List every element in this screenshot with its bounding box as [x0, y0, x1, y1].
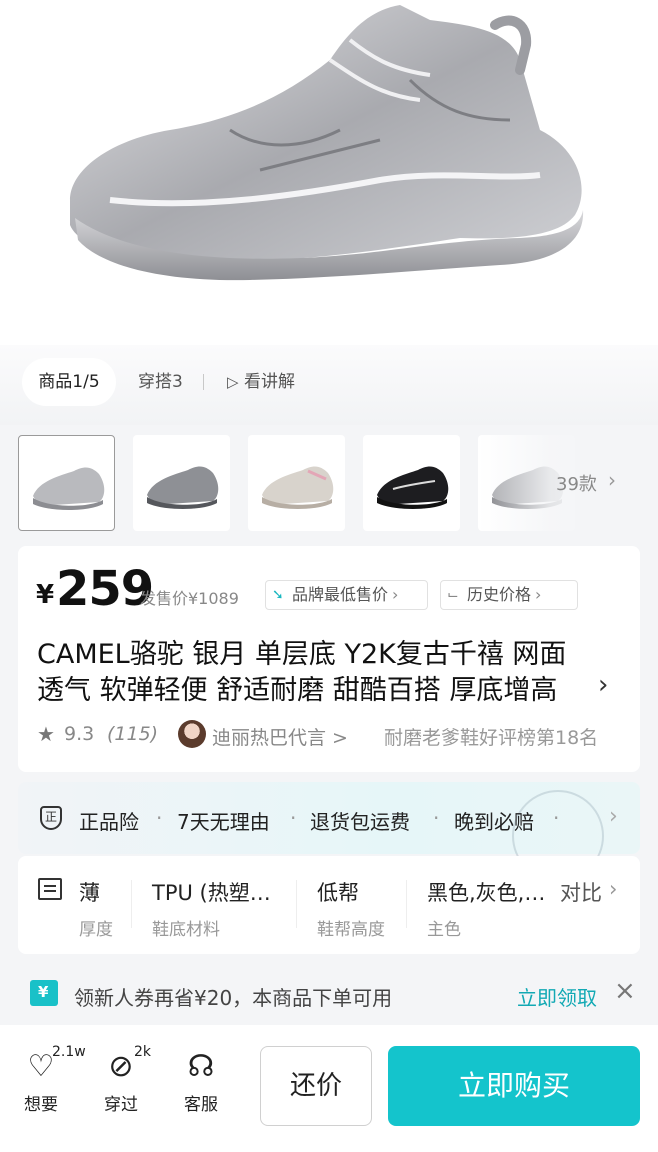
worn-button[interactable]: ⊘ 2k 穿过 [96, 1044, 151, 1115]
star-icon: ★ [37, 722, 55, 746]
headset-icon: ☊ [187, 1049, 215, 1084]
attr-label: 鞋底材料 [152, 920, 220, 940]
chevron-right-icon[interactable]: › [608, 468, 616, 492]
tab-explain[interactable]: ▷ 看讲解 [227, 358, 295, 406]
attr-value: 薄 [79, 881, 100, 905]
tab-explain-label: 看讲解 [243, 372, 295, 392]
price-history-label: 历史价格 [467, 585, 532, 604]
product-title-line2[interactable]: 透气 软弹轻便 舒适耐磨 甜酷百搭 厚底增高 [37, 668, 557, 707]
chevron-right-icon: › [392, 585, 399, 604]
brand-lowest-label: 品牌最低售价 [292, 585, 389, 604]
worn-count: 2k [134, 1044, 152, 1060]
variant-thumb[interactable] [248, 435, 345, 531]
rating-score[interactable]: 9.3 [64, 723, 94, 745]
tab-product[interactable]: 商品1/5 [22, 358, 116, 406]
product-title-line1[interactable]: CAMEL骆驼 银月 单层底 Y2K复古千禧 网面 [37, 632, 566, 671]
more-variants-count[interactable]: 39款 [556, 470, 597, 496]
customer-service-label: 客服 [184, 1095, 218, 1115]
variant-thumb[interactable] [133, 435, 230, 531]
original-price: 发售价¥1089 [140, 589, 239, 608]
guarantee-item: 晚到必赔 [454, 810, 534, 834]
wishlist-count: 2.1w [52, 1044, 86, 1060]
guarantee-item: 退货包运费 [310, 810, 410, 834]
endorser-avatar [178, 720, 206, 748]
attr-value: 低帮 [317, 881, 359, 905]
wishlist-button[interactable]: ♡ 2.1w 想要 [16, 1044, 86, 1115]
product-hero-image[interactable] [0, 0, 658, 345]
variant-thumb[interactable] [363, 435, 460, 531]
chevron-right-icon: › [609, 804, 618, 829]
buy-now-button[interactable]: 立即购买 [388, 1046, 640, 1126]
chart-line-icon: ⌙ [447, 587, 459, 603]
worn-label: 穿过 [104, 1095, 138, 1115]
claim-coupon-button[interactable]: 立即领取 [517, 982, 597, 1011]
chevron-right-icon[interactable]: › [609, 877, 617, 901]
coupon-icon [30, 980, 58, 1006]
attr-divider [131, 880, 132, 928]
price-history-button[interactable]: ⌙ 历史价格 › [440, 580, 578, 610]
coupon-text: 领新人券再省¥20，本商品下单可用 [74, 986, 393, 1010]
chevron-right-icon[interactable]: › [598, 670, 608, 700]
endorser-link[interactable]: 迪丽热巴代言 > [212, 723, 348, 750]
shield-icon: 正 [40, 806, 62, 830]
separator-dot: · [433, 806, 440, 830]
attr-label: 厚度 [79, 920, 113, 940]
brand-lowest-price-button[interactable]: ➘ 品牌最低售价 › [265, 580, 428, 610]
customer-service-button[interactable]: ☊ 客服 [176, 1049, 226, 1116]
play-icon: ▷ [227, 373, 239, 391]
ranking-badge[interactable]: 耐磨老爹鞋好评榜第18名 [384, 723, 630, 750]
price-value: 259 [56, 561, 154, 617]
sneaker-illustration [70, 5, 584, 281]
separator-dot: · [156, 806, 163, 830]
variant-thumb[interactable] [18, 435, 115, 531]
guarantee-item: 7天无理由 [177, 810, 270, 834]
separator-dot: · [290, 806, 297, 830]
attr-divider [296, 880, 297, 928]
calendar-list-icon [38, 878, 62, 900]
attr-value: 黑色,灰色,… [427, 881, 546, 905]
attr-value: TPU (热塑… [152, 881, 271, 905]
tab-divider [203, 374, 204, 390]
price-currency: ¥ [36, 580, 55, 610]
trend-down-icon: ➘ [272, 587, 284, 603]
compare-button[interactable]: 对比 [560, 877, 602, 907]
guarantee-item: 正品险 [79, 810, 139, 834]
tab-outfit[interactable]: 穿搭3 [138, 358, 183, 406]
review-count[interactable]: (115) [107, 723, 158, 745]
separator-dot: · [553, 806, 560, 830]
attr-divider [406, 880, 407, 928]
attr-label: 主色 [427, 920, 461, 940]
haggle-button[interactable]: 还价 [260, 1046, 372, 1126]
close-icon[interactable]: × [614, 976, 636, 1006]
attr-label: 鞋帮高度 [317, 920, 385, 940]
wishlist-label: 想要 [24, 1095, 58, 1115]
chevron-right-icon: › [535, 585, 542, 604]
